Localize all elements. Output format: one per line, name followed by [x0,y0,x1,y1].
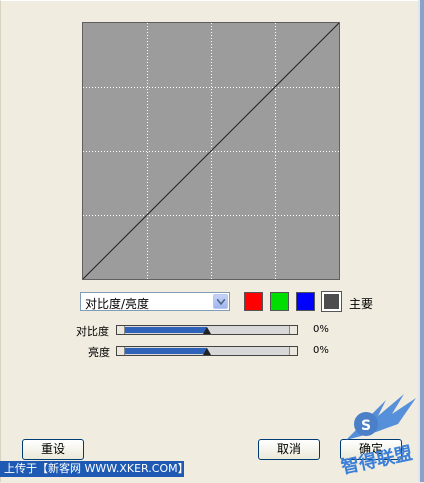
brightness-slider-right-arrow[interactable] [289,347,297,355]
watermark-logo-text: 智得联盟 [339,442,414,478]
contrast-slider-left-arrow[interactable] [117,326,125,334]
curve-line[interactable] [83,23,339,279]
svg-text:S: S [361,418,371,434]
red-channel-swatch[interactable] [244,292,263,311]
contrast-slider-fill [125,327,207,333]
blue-channel-swatch[interactable] [296,292,315,311]
contrast-slider-right-arrow[interactable] [289,326,297,334]
brightness-label: 亮度 [88,346,110,359]
contrast-label: 对比度 [76,325,109,338]
brightness-value: 0% [313,345,329,356]
contrast-slider-thumb[interactable] [203,327,211,334]
reset-button[interactable]: 重设 [22,439,84,460]
watermark-logo: S 智得联盟 [326,380,424,480]
channel-select[interactable]: 对比度/亮度 [80,292,230,311]
cancel-button[interactable]: 取消 [258,439,320,460]
green-channel-swatch[interactable] [270,292,289,311]
contrast-slider[interactable] [116,325,298,335]
brightness-slider-fill [125,348,207,354]
brightness-slider-thumb[interactable] [203,348,211,355]
curve-graph[interactable] [82,22,340,280]
channel-select-value: 对比度/亮度 [85,297,150,311]
brightness-slider-left-arrow[interactable] [117,347,125,355]
master-channel-label: 主要 [349,297,374,311]
chevron-down-icon[interactable] [213,294,228,309]
contrast-value: 0% [313,324,329,335]
master-channel-swatch[interactable] [321,291,342,312]
curve-svg [83,23,339,279]
watermark-bar: 上传于【新客网 WWW.XKER.COM】 [0,461,189,477]
brightness-slider[interactable] [116,346,298,356]
